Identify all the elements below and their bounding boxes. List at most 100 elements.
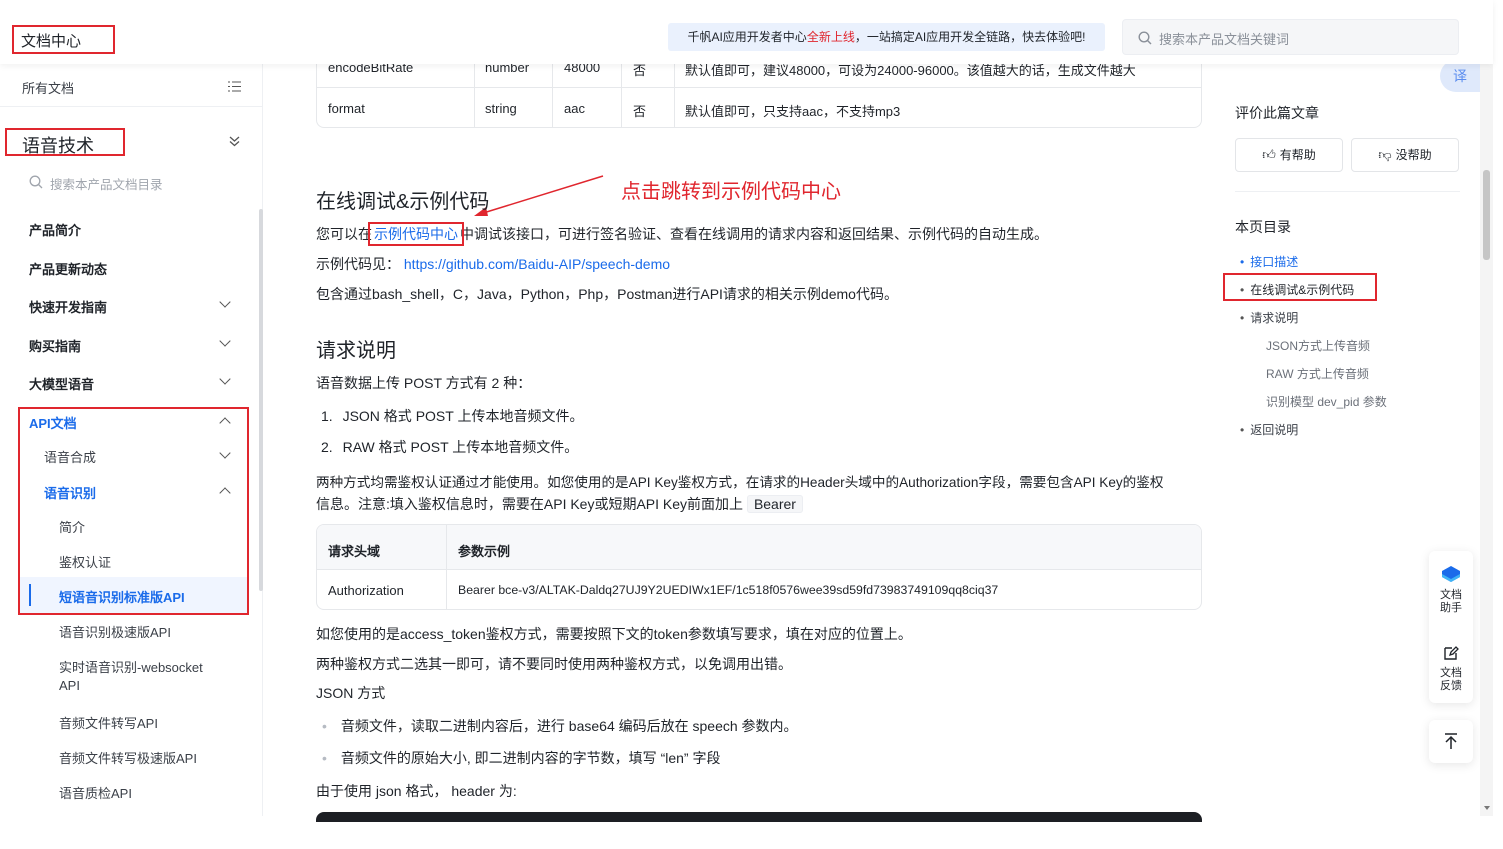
paragraph: 两种鉴权方式二选其一即可，请不要同时使用两种鉴权方式，以免调用出错。 <box>316 656 792 672</box>
text: 信息。注意:填入鉴权信息时，需要在API Key或短期API Key前面加上 <box>316 496 744 512</box>
toc-item-dev-pid[interactable]: 识别模型 dev_pid 参数 <box>1266 393 1387 410</box>
label: 助手 <box>1440 602 1462 614</box>
inline-code: Bearer <box>746 495 803 513</box>
active-item-indicator <box>29 584 31 606</box>
text: ，一站搞定AI应用开发全链路，快去体验吧! <box>854 30 1086 44</box>
sidebar-item-tts[interactable]: 语音合成 <box>44 447 96 466</box>
sidebar-item-llm-speech[interactable]: 大模型语音 <box>29 374 94 393</box>
list-text: RAW 格式 POST 上传本地音频文件。 <box>342 439 579 455</box>
sidebar-item-realtime-asr-line2[interactable]: API <box>59 678 80 693</box>
bullet-text: 音频文件的原始大小, 即二进制内容的字节数，填写 “len” 字段 <box>340 750 721 766</box>
list-item: 1. JSON 格式 POST 上传本地音频文件。 <box>321 406 583 426</box>
chevron-down-icon[interactable] <box>219 373 231 385</box>
github-link[interactable]: https://github.com/Baidu-AIP/speech-demo <box>404 256 670 272</box>
logo-text[interactable]: 文档中心 <box>21 30 81 51</box>
table-cell: 默认值即可，只支持aac，不支持mp3 <box>685 104 901 119</box>
thumbs-up-icon: 👍︎ <box>1262 147 1276 162</box>
paragraph: JSON 方式 <box>316 685 386 701</box>
sidebar-item-file-transcribe-fast[interactable]: 音频文件转写极速版API <box>59 748 197 767</box>
sidebar-item-purchase[interactable]: 购买指南 <box>29 336 81 355</box>
toc-item-json-upload[interactable]: JSON方式上传音频 <box>1266 337 1370 354</box>
back-to-top-button[interactable] <box>1429 720 1473 763</box>
arrow-up-icon <box>1445 733 1457 749</box>
chevron-down-icon[interactable] <box>219 296 231 308</box>
sidebar-scrollbar[interactable] <box>259 209 263 591</box>
sidebar-item-intro[interactable]: 简介 <box>59 517 85 536</box>
sample-code-center-link[interactable]: 示例代码中心 <box>368 222 464 246</box>
list-text: JSON 格式 POST 上传本地音频文件。 <box>342 408 584 424</box>
sidebar-item-api-docs[interactable]: API文档 <box>29 413 77 432</box>
table-header: 请求头域 <box>328 544 381 559</box>
code-block <box>316 812 1202 822</box>
table-header: 参数示例 <box>458 544 511 559</box>
paragraph: 由于使用 json 格式， header 为: <box>316 783 517 799</box>
paragraph: 信息。注意:填入鉴权信息时，需要在API Key或短期API Key前面加上 B… <box>316 494 803 514</box>
sidebar-item-asr-pro[interactable]: 语音识别极速版API <box>59 622 171 641</box>
doc-assistant-button[interactable]: 文档 助手 <box>1429 563 1473 623</box>
sidebar: 所有文档 语音技术 搜索本产品文档目录 产品简介 产品更新动态 快速开发指南 购… <box>0 64 263 816</box>
sidebar-item-quality-check[interactable]: 语音质检API <box>59 783 132 802</box>
sidebar-item-product-intro[interactable]: 产品简介 <box>29 220 81 239</box>
toc-title: 本页目录 <box>1235 219 1291 235</box>
annotation-text: 点击跳转到示例代码中心 <box>621 181 841 203</box>
toc-item-response[interactable]: • 返回说明 <box>1240 421 1298 438</box>
double-chevron-down-icon[interactable] <box>229 136 240 147</box>
paragraph: 包含通过bash_shell，C，Java，Python，Php，Postman… <box>316 286 898 302</box>
sidebar-item-quick-start[interactable]: 快速开发指南 <box>29 297 107 316</box>
table-cell: 否 <box>633 104 647 119</box>
sidebar-item-auth[interactable]: 鉴权认证 <box>59 552 111 571</box>
toc-item-online-debug[interactable]: • 在线调试&示例代码 <box>1240 281 1354 298</box>
assistant-icon <box>1442 566 1460 582</box>
paragraph: 两种方式均需鉴权认证通过才能使用。如您使用的是API Key鉴权方式，在请求的H… <box>316 475 1164 490</box>
text: 中调试该接口，可进行签名验证、查看在线调用的请求内容和返回结果、示例代码的自动生… <box>460 226 1048 242</box>
toc-label: 返回说明 <box>1250 423 1299 437</box>
doc-search-input[interactable]: 搜索本产品文档关键词 <box>1122 19 1459 55</box>
top-header: 文档中心 千帆AI应用开发者中心全新上线，一站搞定AI应用开发全链路，快去体验吧… <box>0 0 1493 64</box>
list-number: 2. <box>321 439 333 455</box>
scrollbar-thumb[interactable] <box>1483 170 1490 260</box>
toc-item-request[interactable]: • 请求说明 <box>1240 309 1298 326</box>
table-cell: Authorization <box>328 583 404 598</box>
sidebar-item-short-asr-standard[interactable]: 短语音识别标准版API <box>59 587 185 606</box>
translate-button[interactable]: 译 <box>1440 60 1480 92</box>
text: 全新上线 <box>806 30 855 44</box>
bullet-item: • 音频文件的原始大小, 即二进制内容的字节数，填写 “len” 字段 <box>322 750 721 766</box>
search-placeholder: 搜索本产品文档关键词 <box>1159 32 1290 47</box>
search-icon <box>29 175 43 189</box>
rate-title: 评价此篇文章 <box>1235 105 1319 121</box>
announcement-banner[interactable]: 千帆AI应用开发者中心全新上线，一站搞定AI应用开发全链路，快去体验吧! <box>668 23 1105 51</box>
table-cell: string <box>485 101 517 116</box>
text: 您可以在 <box>316 226 372 242</box>
all-docs-link[interactable]: 所有文档 <box>22 78 74 97</box>
toc-label: 接口描述 <box>1250 255 1299 269</box>
toc-label: 请求说明 <box>1250 311 1299 325</box>
toc-item-api-desc[interactable]: • 接口描述 <box>1240 253 1298 270</box>
product-title[interactable]: 语音技术 <box>22 132 94 158</box>
table-cell: aac <box>564 101 585 116</box>
page-scrollbar[interactable] <box>1480 0 1493 816</box>
list-item: 2. RAW 格式 POST 上传本地音频文件。 <box>321 437 578 457</box>
sidebar-item-file-transcribe[interactable]: 音频文件转写API <box>59 713 158 732</box>
catalog-search-input[interactable]: 搜索本产品文档目录 <box>50 174 163 193</box>
bullet-item: • 音频文件，读取二进制内容后，进行 base64 编码后放在 speech 参数… <box>322 718 798 734</box>
section-title-request: 请求说明 <box>316 340 396 362</box>
helpful-button[interactable]: 👍︎ 有帮助 <box>1235 138 1343 172</box>
chevron-down-icon[interactable] <box>219 335 231 347</box>
sidebar-item-updates[interactable]: 产品更新动态 <box>29 259 107 278</box>
sidebar-item-asr[interactable]: 语音识别 <box>44 483 96 502</box>
annotation-arrow <box>474 175 604 216</box>
menu-icon[interactable] <box>228 81 241 92</box>
section-title-online-debug: 在线调试&示例代码 <box>316 191 490 213</box>
not-helpful-button[interactable]: 👎︎ 没帮助 <box>1351 138 1459 172</box>
toc-item-raw-upload[interactable]: RAW 方式上传音频 <box>1266 365 1369 382</box>
label: 文档 <box>1440 589 1462 601</box>
main-content: encodeBitRate number 48000 否 默认值即可，建议480… <box>300 0 1215 822</box>
sidebar-item-realtime-asr[interactable]: 实时语音识别-websocket <box>59 657 203 676</box>
label: 文档 <box>1440 667 1462 679</box>
thumbs-down-icon: 👎︎ <box>1378 147 1392 162</box>
paragraph: 示例代码见： https://github.com/Baidu-AIP/spee… <box>316 254 670 274</box>
edit-icon <box>1444 646 1459 660</box>
table-cell: format <box>328 101 365 116</box>
doc-feedback-button[interactable]: 文档 反馈 <box>1429 643 1473 703</box>
text: 示例代码见： <box>316 256 400 272</box>
